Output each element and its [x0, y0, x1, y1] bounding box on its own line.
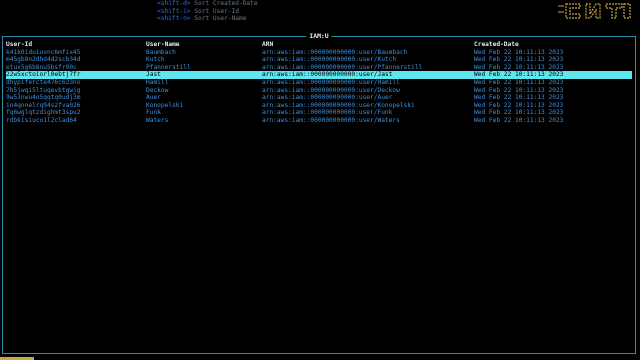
- cell-arn: arn:aws:iam::000000000000:user/Kutch: [262, 56, 397, 64]
- app-logo-icon: [558, 3, 631, 19]
- cell-user-name: Funk: [146, 109, 161, 117]
- cell-user-id: 9w53nwu4o5qqtq0udj3m: [6, 94, 81, 102]
- cell-arn: arn:aws:iam::000000000000:user/Pfannerst…: [262, 63, 423, 71]
- table-header-row: User-Id User-Name ARN Created-Date: [6, 41, 632, 49]
- cell-created-date: Wed Feb 22 10:11:13 2023: [474, 116, 564, 124]
- hint-key: <shift-i>: [157, 7, 191, 15]
- table-row[interactable]: k41k0idu1uvnc6mfix45 Baumbach arn:aws:iam:…: [6, 49, 632, 57]
- hint-key: <shift-n>: [157, 15, 191, 23]
- cell-user-name: Jast: [146, 71, 262, 79]
- cell-user-name: Waters: [146, 116, 169, 124]
- hint-desc: Sort User-Id: [194, 7, 239, 15]
- cell-user-name: Deckow: [146, 86, 169, 94]
- hint-desc: Sort User-Name: [194, 15, 247, 23]
- cell-arn: arn:aws:iam::000000000000:user/Waters: [262, 116, 400, 124]
- cell-user-id: etux5g6b8nu5bsfr90c: [6, 63, 77, 71]
- cell-user-id: m45gb8n2dhd4d2scb34d: [6, 56, 81, 64]
- table-row[interactable]: etux5g6b8nu5bsfr90c Pfannerstill arn:aws:i…: [6, 64, 632, 72]
- cell-user-name: Auer: [146, 94, 161, 102]
- table-row[interactable]: fq6wglqtzdighmt3spu2 Funk arn:aws:iam::000…: [6, 109, 632, 117]
- column-header-created-date[interactable]: Created-Date: [474, 41, 632, 49]
- cell-arn: arn:aws:iam::000000000000:user/Auer: [262, 94, 393, 102]
- cell-arn: arn:aws:iam::000000000000:user/Hamill: [262, 78, 400, 86]
- table-row[interactable]: in4qnnelrq94s2fva026 Konopelski arn:aws:ia…: [6, 102, 632, 110]
- cell-user-id: 22w5xctoiorl0ebtj7fr: [6, 71, 146, 79]
- cell-user-name: Konopelski: [146, 101, 184, 109]
- cell-arn: arn:aws:iam::000000000000:user/Jast: [262, 71, 474, 79]
- cell-user-id: 7b5jwqi5ltuqevbtgwjg: [6, 86, 81, 94]
- users-table: User-Id User-Name ARN Created-Date k41k0…: [6, 41, 632, 125]
- cell-arn: arn:aws:iam::000000000000:user/Baumbach: [262, 48, 408, 56]
- hint-sort-user-name[interactable]: <shift-n> Sort User-Name: [157, 15, 258, 23]
- cell-created-date: Wed Feb 22 10:11:13 2023: [474, 78, 564, 86]
- cell-user-name: Baumbach: [146, 48, 176, 56]
- table-row[interactable]: 7b5jwqi5ltuqevbtgwjg Deckow arn:aws:iam::0…: [6, 87, 632, 95]
- table-row[interactable]: m45gb8n2dhd4d2scb34d Kutch arn:aws:iam::00…: [6, 56, 632, 64]
- cell-arn: arn:aws:iam::000000000000:user/Konopelsk…: [262, 101, 415, 109]
- hint-sort-user-id[interactable]: <shift-i> Sort User-Id: [157, 8, 258, 16]
- cell-user-name: Hamill: [146, 78, 169, 86]
- table-row[interactable]: dhypifercte476c623no Hamill arn:aws:iam::0…: [6, 79, 632, 87]
- table-row[interactable]: 9w53nwu4o5qqtq0udj3m Auer arn:aws:iam::000…: [6, 94, 632, 102]
- hint-key: <shift-d>: [157, 0, 191, 7]
- key-hints: <shift-d> Sort Created-Date <shift-i> So…: [157, 0, 258, 23]
- cell-user-name: Pfannerstill: [146, 63, 191, 71]
- cell-user-id: in4qnnelrq94s2fva026: [6, 101, 81, 109]
- cell-created-date: Wed Feb 22 10:11:13 2023: [474, 109, 564, 117]
- cell-user-name: Kutch: [146, 56, 165, 64]
- column-header-user-id[interactable]: User-Id: [6, 41, 146, 49]
- cell-arn: arn:aws:iam::000000000000:user/Deckow: [262, 86, 400, 94]
- cell-created-date: Wed Feb 22 10:11:13 2023: [474, 56, 564, 64]
- cell-arn: arn:aws:iam::000000000000:user/Funk: [262, 109, 393, 117]
- table-row[interactable]: 22w5xctoiorl0ebtj7fr Jast arn:aws:iam::000…: [6, 71, 632, 79]
- cell-created-date: Wed Feb 22 10:11:13 2023: [474, 101, 564, 109]
- users-panel: IAM:U User-Id User-Name ARN Created-Date…: [2, 32, 636, 354]
- cell-user-id: k41k0idu1uvnc6mfix45: [6, 48, 81, 56]
- cell-created-date: Wed Feb 22 10:11:13 2023: [474, 63, 564, 71]
- cell-user-id: fq6wglqtzdighmt3spu2: [6, 109, 81, 117]
- hint-desc: Sort Created-Date: [194, 0, 258, 7]
- panel-title: IAM:U: [306, 32, 332, 41]
- cell-user-id: rdbkisiuco1l2clad64: [6, 116, 77, 124]
- column-header-arn[interactable]: ARN: [262, 41, 474, 49]
- hint-sort-created-date[interactable]: <shift-d> Sort Created-Date: [157, 0, 258, 8]
- cell-created-date: Wed Feb 22 10:11:13 2023: [474, 71, 632, 79]
- cell-created-date: Wed Feb 22 10:11:13 2023: [474, 48, 564, 56]
- column-header-user-name[interactable]: User-Name: [146, 41, 262, 49]
- cell-created-date: Wed Feb 22 10:11:13 2023: [474, 86, 564, 94]
- cell-created-date: Wed Feb 22 10:11:13 2023: [474, 94, 564, 102]
- cell-user-id: dhypifercte476c623no: [6, 78, 81, 86]
- table-row[interactable]: rdbkisiuco1l2clad64 Waters arn:aws:iam::00…: [6, 117, 632, 125]
